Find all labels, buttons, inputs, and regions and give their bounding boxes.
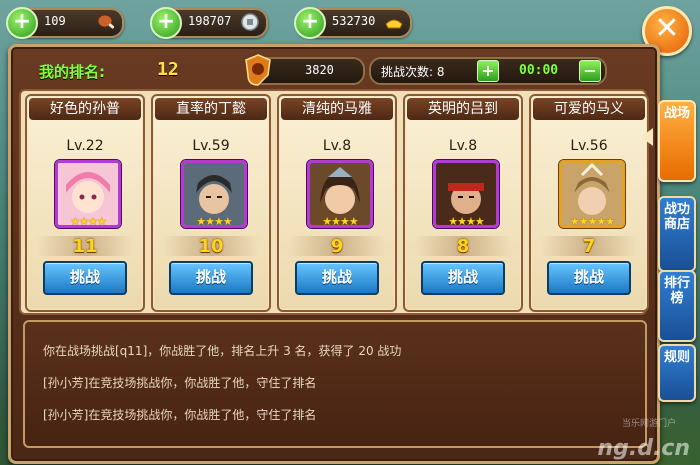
score-box: 3820	[245, 54, 365, 86]
tab-leaderboard[interactable]: 排行榜	[658, 270, 696, 342]
silver-value: 198707	[188, 14, 232, 28]
star-rating: ★★★★	[322, 215, 358, 228]
star-rating: ★★★★	[70, 215, 106, 228]
opponent-name: 直率的丁懿	[155, 98, 267, 120]
active-tab-arrow-icon	[641, 128, 653, 146]
gold-ingot-icon	[385, 19, 403, 29]
silver-coin-icon	[241, 13, 259, 31]
opponent-level: Lv.22	[66, 138, 104, 154]
watermark: ng.d.cn	[597, 436, 690, 461]
battle-log: 你在战场挑战[q11]，你战胜了他，排名上升 3 名，获得了 20 战功 [孙小…	[23, 320, 647, 448]
challenge-button[interactable]: 挑战	[295, 261, 379, 295]
reduce-cooldown-button[interactable]: −	[579, 60, 601, 82]
opponent-rank: 8	[456, 236, 470, 257]
tab-rules[interactable]: 规则	[658, 344, 696, 402]
opponent-level: Lv.56	[570, 138, 608, 154]
opponent-card: 英明的吕到 Lv.8 ★★★★ 8 挑战	[403, 94, 523, 312]
add-silver-button[interactable]: +	[150, 7, 182, 39]
add-challenge-button[interactable]: +	[477, 60, 499, 82]
tab-arena[interactable]: 战场	[658, 100, 696, 182]
gold-value: 532730	[332, 14, 376, 28]
challenge-button[interactable]: 挑战	[421, 261, 505, 295]
shield-badge-icon	[245, 54, 271, 86]
tab-merit-shop[interactable]: 战功商店	[658, 196, 696, 272]
silver-bar: + 198707	[150, 7, 268, 39]
opponent-card: 好色的孙普 Lv.22 ★★★★ 11 挑战	[25, 94, 145, 312]
gold-bar: + 532730	[294, 7, 412, 39]
opponent-card: 可爱的马义 Lv.56 ★★★★★ 7 挑战	[529, 94, 649, 312]
challenge-button[interactable]: 挑战	[547, 261, 631, 295]
stamina-bar: + 109	[6, 7, 124, 39]
my-rank-label: 我的排名:	[39, 63, 105, 81]
add-stamina-button[interactable]: +	[6, 7, 38, 39]
star-rating: ★★★★★	[569, 215, 615, 228]
opponent-rank: 10	[198, 236, 224, 257]
opponent-card: 直率的丁懿 Lv.59 ★★★★ 10 挑战	[151, 94, 271, 312]
log-line: [孙小芳]在竞技场挑战你，你战胜了他，守住了排名	[43, 408, 317, 422]
star-rating: ★★★★	[196, 215, 232, 228]
opponent-name: 英明的吕到	[407, 98, 519, 120]
opponent-level: Lv.8	[322, 138, 352, 154]
challenge-button[interactable]: 挑战	[169, 261, 253, 295]
cooldown-timer: 00:00	[519, 63, 559, 78]
opponent-rank: 7	[582, 236, 596, 257]
star-rating: ★★★★	[448, 215, 484, 228]
opponent-name: 清纯的马雅	[281, 98, 393, 120]
score-value: 3820	[305, 63, 334, 77]
opponent-level: Lv.59	[192, 138, 230, 154]
opponent-rank: 9	[330, 236, 344, 257]
challenge-count-box: 挑战次数: 8 + 00:00 −	[369, 57, 607, 85]
opponent-name: 好色的孙普	[29, 98, 141, 120]
opponent-rank: 11	[72, 236, 98, 257]
arena-panel: 我的排名: 12 3820 挑战次数: 8 + 00:00 − 好色的孙普 Lv…	[8, 44, 660, 464]
opponent-level: Lv.8	[448, 138, 478, 154]
drumstick-icon	[97, 14, 115, 29]
challenge-button[interactable]: 挑战	[43, 261, 127, 295]
stamina-value: 109	[44, 14, 66, 28]
challenge-count-label: 挑战次数: 8	[381, 65, 445, 79]
log-line: 你在战场挑战[q11]，你战胜了他，排名上升 3 名，获得了 20 战功	[43, 344, 402, 358]
add-gold-button[interactable]: +	[294, 7, 326, 39]
watermark-subtitle: 当乐网游门户	[621, 419, 676, 429]
my-rank-value: 12	[157, 59, 179, 80]
opponent-name: 可爱的马义	[533, 98, 645, 120]
log-line: [孙小芳]在竞技场挑战你，你战胜了他，守住了排名	[43, 376, 317, 390]
opponent-card: 清纯的马雅 Lv.8 ★★★★ 9 挑战	[277, 94, 397, 312]
